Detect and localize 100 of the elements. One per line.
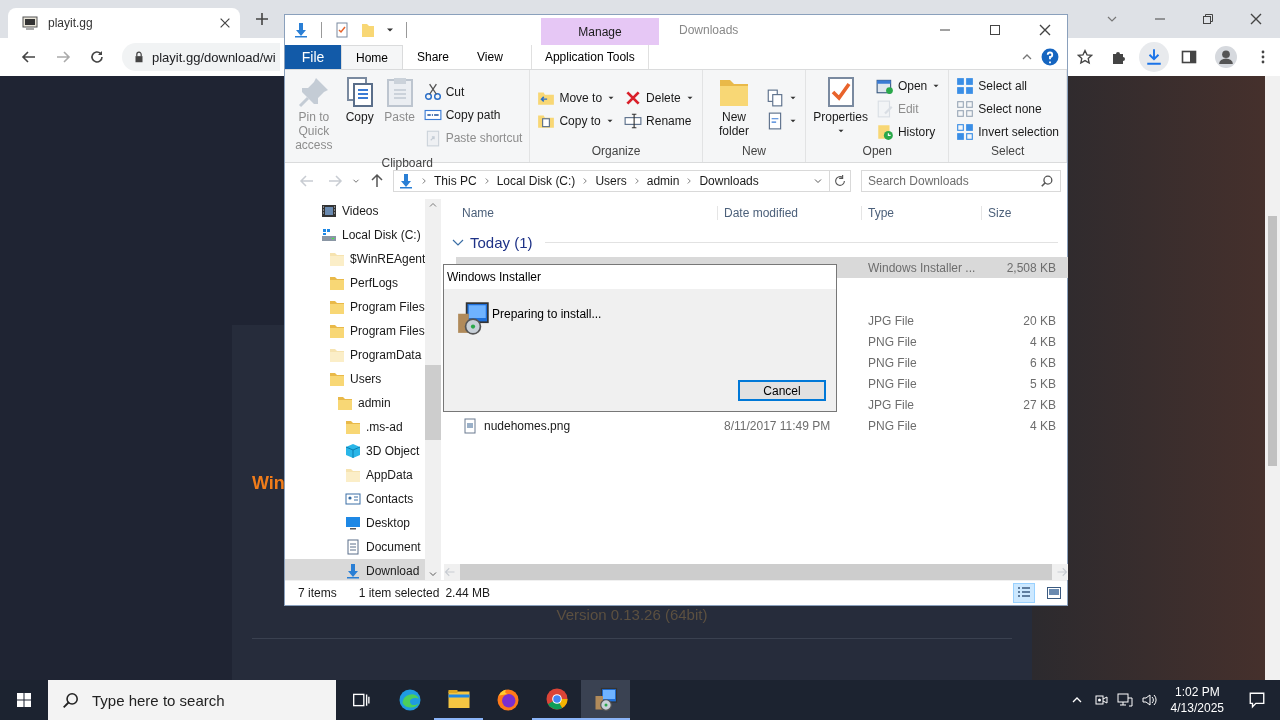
profile-icon[interactable] [1215,46,1237,68]
swirl-icon [397,688,422,712]
ribbon-tab[interactable]: File [285,45,341,69]
column-header[interactable]: Size [982,206,1062,220]
nav-item[interactable]: Download [285,559,425,580]
ribbon-button[interactable]: Open [872,75,945,97]
download-icon [345,563,361,579]
nav-item[interactable]: .ms-ad [285,415,425,439]
restore-icon[interactable] [1200,11,1216,27]
file-row[interactable]: nudehomes.png 8/11/2017 11:49 PM PNG File 4 KB [456,415,1068,436]
up-arrow-icon[interactable] [369,173,385,189]
scroll-thumb[interactable] [1268,216,1277,466]
nav-item[interactable]: Local Disk (C:) [285,223,425,247]
download-icon[interactable] [1145,48,1164,66]
nav-item[interactable]: Document [285,535,425,559]
group-header[interactable]: Today (1) [470,233,533,251]
nav-item[interactable]: AppData [285,463,425,487]
url-text: playit.gg/download/wi [152,49,276,65]
ribbon-button[interactable]: Cut [420,81,526,103]
column-header[interactable]: Date modified [718,206,862,220]
ribbon-button[interactable]: Select all [953,75,1062,97]
view-button[interactable] [1013,583,1035,603]
help-icon[interactable] [1041,48,1059,66]
close-icon[interactable] [1037,22,1053,38]
ribbon-tab[interactable]: Application Tools [530,45,649,69]
nav-item[interactable]: Videos [285,199,425,223]
scissors-icon [423,83,442,101]
breadcrumb[interactable]: Local Disk (C:) [496,174,576,188]
taskbar-app[interactable] [581,680,630,720]
refresh-icon[interactable] [833,174,847,188]
search-field[interactable]: Search Downloads [861,170,1061,192]
nav-item[interactable]: admin [285,391,425,415]
address-bar[interactable]: playit.gg/download/wi [122,43,281,71]
ribbon-button[interactable]: Copy to [534,110,620,131]
speaker-icon[interactable] [1140,692,1157,708]
column-header[interactable]: Name [456,206,718,220]
folder-icon [329,275,345,291]
date-cell: 8/11/2017 11:49 PM [724,418,831,433]
network-icon[interactable] [1116,692,1133,708]
ribbon-button[interactable]: Copy [340,72,379,156]
properties-icon[interactable] [334,22,350,38]
clock[interactable]: 1:02 PM 4/13/2025 [1170,684,1224,716]
rename-icon [624,111,643,130]
scrollbar[interactable] [425,199,441,580]
size-cell: 27 KB [1023,397,1056,412]
notification-icon[interactable] [1248,691,1266,709]
maximize-icon[interactable] [987,22,1003,38]
nav-item[interactable]: Program Files [285,295,425,319]
browser-tab[interactable]: playit.gg [8,8,240,38]
camera-icon[interactable] [1092,692,1109,708]
ribbon-tab[interactable]: Home [341,45,403,69]
download-icon[interactable] [293,22,309,38]
size-cell: 6 KB [1030,355,1056,370]
puzzle-icon[interactable] [1111,49,1128,65]
star-icon[interactable] [1077,49,1094,65]
page-scrollbar[interactable] [1265,76,1280,680]
search-icon [1040,174,1054,188]
reload-icon[interactable] [89,49,105,65]
back-icon [444,566,456,578]
nav-item[interactable]: Contacts [285,487,425,511]
close-icon[interactable] [218,16,232,30]
ribbon-button[interactable]: History [872,121,945,143]
taskbar-search[interactable]: Type here to search [48,680,336,720]
back-icon[interactable] [21,49,37,65]
ribbon-button[interactable]: Move to [534,87,620,108]
date-text: 4/13/2025 [1170,700,1224,716]
group-label: Open [861,144,893,160]
column-header[interactable]: Type [862,206,982,220]
size-cell: 2,508 KB [1006,260,1056,275]
nav-item[interactable]: Program Files [285,319,425,343]
address-field[interactable]: This PC Local Disk (C:) Users admin Downloads [393,170,851,192]
ribbon-button[interactable]: Delete [621,87,698,108]
nav-item[interactable]: PerfLogs [285,271,425,295]
nav-item[interactable]: ProgramData [285,343,425,367]
folder-icon [446,687,471,711]
ribbon-button[interactable]: Select none [953,98,1062,120]
plus-icon[interactable] [254,11,270,27]
nav-item[interactable]: 3D Object [285,439,425,463]
scroll-thumb[interactable] [425,365,441,440]
ribbon-button[interactable]: Copy path [420,104,526,126]
ribbon-button[interactable]: Invert selection [953,121,1062,143]
breadcrumb[interactable]: This PC [434,174,477,188]
cancel-button[interactable]: Cancel [738,380,826,401]
side-panel-icon[interactable] [1181,49,1197,65]
size-cell: 20 KB [1023,313,1056,328]
type-cell: PNG File [868,355,917,370]
type-cell: PNG File [868,418,917,433]
breadcrumb[interactable]: Downloads [699,174,759,188]
close-icon[interactable] [1248,11,1264,27]
pages-icon [766,88,785,107]
nav-item[interactable]: Desktop [285,511,425,535]
breadcrumb[interactable]: Users [595,174,627,188]
breadcrumb[interactable]: admin [646,174,680,188]
ribbon-button[interactable]: Rename [621,110,698,131]
folder-icon [337,395,353,411]
ribbon-button[interactable]: New folder [706,72,762,144]
nav-item[interactable]: Users [285,367,425,391]
group-label: Select [989,144,1026,160]
ribbon-button[interactable]: Properties [810,72,871,144]
nav-item[interactable]: $WinREAgent [285,247,425,271]
